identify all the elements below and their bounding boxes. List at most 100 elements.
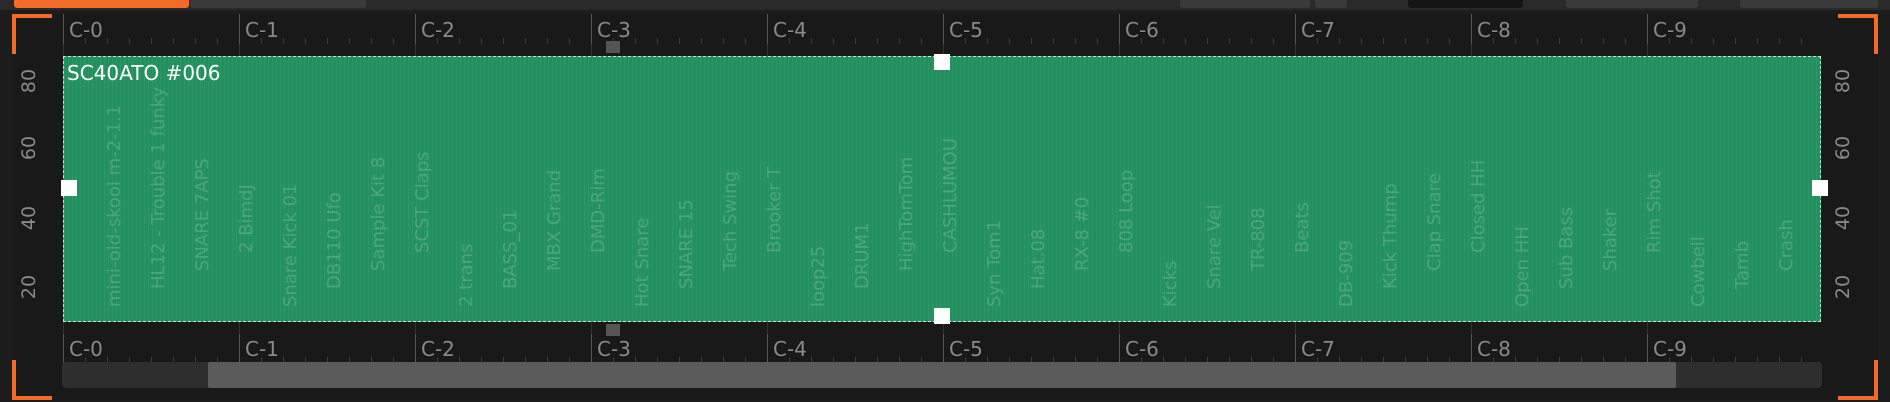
velocity-label: 40 <box>1832 205 1854 231</box>
ruler-minor-tick <box>1207 38 1208 44</box>
sample-name-watermark: SCST Claps <box>412 151 433 253</box>
ruler-minor-tick <box>547 38 548 44</box>
sample-name-watermark: Ride <box>1820 213 1821 253</box>
ruler-minor-tick <box>1053 38 1054 44</box>
sample-name-watermark: RX-8 #0 <box>1072 196 1093 271</box>
ruler-minor-tick <box>1141 38 1142 44</box>
mode-tab[interactable] <box>190 0 366 8</box>
scrollbar-thumb[interactable] <box>208 362 1676 388</box>
sample-name-watermark: Syn Tom1 <box>984 219 1005 307</box>
sample-name-watermark: Snare Vel <box>1204 204 1225 289</box>
ruler-minor-tick <box>195 38 196 44</box>
ruler-minor-tick <box>679 38 680 44</box>
clip-resize-handle-left[interactable] <box>61 180 77 196</box>
ruler-minor-tick <box>129 38 130 44</box>
ruler-minor-tick <box>1735 38 1736 44</box>
toolbar-control[interactable] <box>1566 0 1698 8</box>
ruler-minor-tick <box>1757 38 1758 44</box>
clip-resize-handle-bottom[interactable] <box>934 308 950 324</box>
corner-bracket <box>12 14 52 54</box>
horizontal-scrollbar[interactable] <box>62 362 1822 388</box>
sample-name-watermark: HighTomTom <box>896 156 917 271</box>
ruler-minor-tick <box>569 38 570 44</box>
ruler-minor-tick <box>1559 38 1560 44</box>
velocity-label: 20 <box>18 274 40 300</box>
sample-name-watermark: Snare Kick 01 <box>280 183 301 307</box>
ruler-minor-tick <box>657 38 658 44</box>
ruler-major-tick <box>1119 333 1120 363</box>
ruler-minor-tick <box>701 38 702 44</box>
ruler-minor-tick <box>1691 38 1692 44</box>
ruler-minor-tick <box>1009 38 1010 44</box>
ruler-minor-tick <box>393 38 394 44</box>
ruler-minor-tick <box>1713 38 1714 44</box>
loop-marker-bottom[interactable] <box>606 324 620 336</box>
ruler-minor-tick <box>1669 38 1670 44</box>
velocity-label: 20 <box>1832 274 1854 300</box>
clip-resize-handle-top[interactable] <box>934 54 950 70</box>
ruler-major-tick <box>239 333 240 363</box>
sample-name-watermark: Beats <box>1292 202 1313 253</box>
ruler-minor-tick <box>1229 38 1230 44</box>
sample-name-watermark: Hot Snare <box>632 217 653 307</box>
ruler-minor-tick <box>1405 38 1406 44</box>
ruler-major-tick <box>1647 333 1648 363</box>
sample-name-watermark: DB-909 <box>1336 239 1357 307</box>
sample-name-watermark: DRUM1 <box>852 222 873 289</box>
sample-name-watermark: CASHLUMOU <box>940 137 961 253</box>
sample-name-watermark: MBX Grand <box>544 169 565 271</box>
ruler-minor-tick <box>173 38 174 44</box>
ruler-minor-tick <box>811 38 812 44</box>
ruler-minor-tick <box>217 38 218 44</box>
audio-clip[interactable]: mini-old-skool m-2-1.1 HL12 - Trouble 1 f… <box>63 56 1821 322</box>
sample-name-watermark: Tech Swing <box>720 170 741 271</box>
toolbar-control[interactable] <box>1315 0 1347 8</box>
time-ruler-top[interactable]: C-0 C-1 C-2 C-3 C-4 C-5 C-6 C-7 C-8 C-9 <box>63 14 1821 44</box>
ruler-minor-tick <box>1493 38 1494 44</box>
sample-name-watermark: 808 Loop <box>1116 169 1137 253</box>
ruler-minor-tick <box>1361 38 1362 44</box>
clip-resize-handle-right[interactable] <box>1812 180 1828 196</box>
sample-name-watermark: Rim Shot <box>1644 171 1665 253</box>
toolbar-field[interactable] <box>1408 0 1523 8</box>
sample-name-watermark: Shaker <box>1600 208 1621 271</box>
ruler-major-tick <box>943 333 944 363</box>
velocity-label: 60 <box>18 135 40 161</box>
ruler-minor-tick <box>261 38 262 44</box>
ruler-minor-tick <box>1251 38 1252 44</box>
corner-bracket <box>12 360 52 400</box>
sample-name-watermark: Clap Snare <box>1424 173 1445 271</box>
ruler-minor-tick <box>1603 38 1604 44</box>
sample-name-watermark: Closed HH <box>1468 159 1489 253</box>
sample-name-watermark: 2 trans <box>456 243 477 307</box>
sample-name-watermark: loop25 <box>808 245 829 307</box>
toolbar-control[interactable] <box>1180 0 1310 8</box>
loop-marker-top[interactable] <box>606 41 620 53</box>
corner-bracket <box>1838 14 1878 54</box>
ruler-minor-tick <box>987 38 988 44</box>
ruler-minor-tick <box>855 38 856 44</box>
ruler-minor-tick <box>305 38 306 44</box>
ruler-minor-tick <box>723 38 724 44</box>
sample-name-watermark: DMD-Rim <box>588 168 609 253</box>
ruler-minor-tick <box>745 38 746 44</box>
toolbar-control[interactable] <box>1740 0 1878 8</box>
time-ruler-bottom[interactable]: C-0 C-1 C-2 C-3 C-4 C-5 C-6 C-7 C-8 C-9 <box>63 333 1821 363</box>
ruler-minor-tick <box>1339 38 1340 44</box>
top-toolbar <box>0 0 1890 10</box>
ruler-minor-tick <box>1537 38 1538 44</box>
ruler-minor-tick <box>1801 38 1802 44</box>
ruler-major-tick <box>1295 14 1296 44</box>
ruler-minor-tick <box>1031 38 1032 44</box>
sample-name-watermark: 2 BimdJ <box>236 184 257 253</box>
ruler-minor-tick <box>877 38 878 44</box>
ruler-minor-tick <box>327 38 328 44</box>
ruler-minor-tick <box>965 38 966 44</box>
mode-tab-active[interactable] <box>14 0 189 8</box>
ruler-major-tick <box>591 333 592 363</box>
ruler-minor-tick <box>1515 38 1516 44</box>
ruler-minor-tick <box>1581 38 1582 44</box>
sample-name-watermark: Crash <box>1776 219 1797 271</box>
ruler-major-tick <box>63 333 64 363</box>
corner-bracket <box>1838 360 1878 400</box>
